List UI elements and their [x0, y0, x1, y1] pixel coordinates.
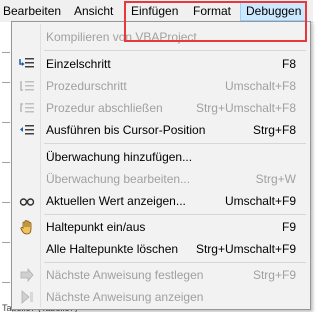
hand-icon: [19, 219, 35, 235]
menu-einfuegen[interactable]: Einfügen: [131, 3, 178, 19]
menu-item-label: Aktuellen Wert anzeigen...: [46, 194, 186, 208]
menu-item-shortcut: Strg+Umschalt+F8: [195, 101, 296, 115]
menu-item-label: Haltepunkt ein/aus: [46, 220, 146, 234]
menu-separator: [44, 214, 306, 215]
menu-item-prozedurschritt[interactable]: Prozedurschritt Umschalt+F8: [14, 75, 308, 97]
menu-item-label: Ausführen bis Cursor-Position: [46, 123, 206, 137]
step-over-icon: [19, 78, 35, 94]
quick-watch-icon: [19, 193, 35, 209]
step-into-icon: [19, 56, 35, 72]
menu-item-shortcut: Umschalt+F9: [224, 194, 296, 208]
menu-item-shortcut: F9: [281, 220, 296, 234]
menu-item-shortcut: Strg+F8: [252, 123, 296, 137]
menu-item-label: Nächste Anweisung anzeigen: [46, 290, 204, 304]
menu-item-label: Einzelschritt: [46, 57, 111, 71]
menu-item-naechste-anweisung-anzeigen[interactable]: Nächste Anweisung anzeigen: [14, 286, 308, 308]
menu-item-shortcut: Strg+Umschalt+F9: [195, 242, 296, 256]
menu-item-einzelschritt[interactable]: Einzelschritt F8: [14, 53, 308, 75]
menu-item-ueberwachung-bearbeiten[interactable]: Überwachung bearbeiten... Strg+W: [14, 168, 308, 190]
menu-item-label: Überwachung hinzufügen...: [46, 150, 193, 164]
menu-item-label: Prozedurschritt: [46, 79, 127, 93]
menu-item-aktuellen-wert-anzeigen[interactable]: Aktuellen Wert anzeigen... Umschalt+F9: [14, 190, 308, 212]
menu-item-prozedur-abschliessen[interactable]: Prozedur abschließen Strg+Umschalt+F8: [14, 97, 308, 119]
menu-item-label: Nächste Anweisung festlegen: [46, 268, 204, 282]
menu-item-alle-haltepunkte-loeschen[interactable]: Alle Haltepunkte löschen Strg+Umschalt+F…: [14, 238, 308, 260]
menu-item-shortcut: Strg+W: [255, 172, 296, 186]
menu-item-label: Überwachung bearbeiten...: [46, 172, 191, 186]
menu-item-label: Alle Haltepunkte löschen: [46, 242, 179, 256]
menu-ansicht[interactable]: Ansicht: [74, 3, 113, 19]
menu-separator: [44, 143, 306, 144]
menu-debuggen[interactable]: Debuggen: [240, 1, 308, 21]
show-next-statement-icon: [19, 289, 35, 305]
menu-separator: [44, 262, 306, 263]
menu-item-ueberwachung-hinzufuegen[interactable]: Überwachung hinzufügen...: [14, 146, 308, 168]
menu-item-naechste-anweisung-festlegen[interactable]: Nächste Anweisung festlegen Strg+F9: [14, 264, 308, 286]
menu-item-shortcut: Strg+F9: [252, 268, 296, 282]
menu-item-ausfuehren-bis-cursor[interactable]: Ausführen bis Cursor-Position Strg+F8: [14, 119, 308, 141]
menu-item-shortcut: Umschalt+F8: [224, 79, 296, 93]
menu-item-haltepunkt-ein-aus[interactable]: Haltepunkt ein/aus F9: [14, 216, 308, 238]
set-next-statement-icon: [19, 267, 35, 283]
menu-format[interactable]: Format: [193, 3, 231, 19]
menu-item-label: Kompilieren von VBAProject: [46, 30, 197, 44]
run-to-cursor-icon: [19, 122, 35, 138]
menu-item-label: Prozedur abschließen: [46, 101, 163, 115]
menu-item-shortcut: F8: [281, 57, 296, 71]
debuggen-dropdown-menu: Kompilieren von VBAProject Einzelschritt…: [11, 21, 311, 310]
step-out-icon: [19, 100, 35, 116]
menu-item-kompilieren[interactable]: Kompilieren von VBAProject: [14, 26, 308, 48]
menu-bar: Bearbeiten Ansicht Einfügen Format Debug…: [0, 0, 313, 23]
menu-bearbeiten[interactable]: Bearbeiten: [3, 3, 61, 19]
menu-separator: [44, 50, 306, 51]
